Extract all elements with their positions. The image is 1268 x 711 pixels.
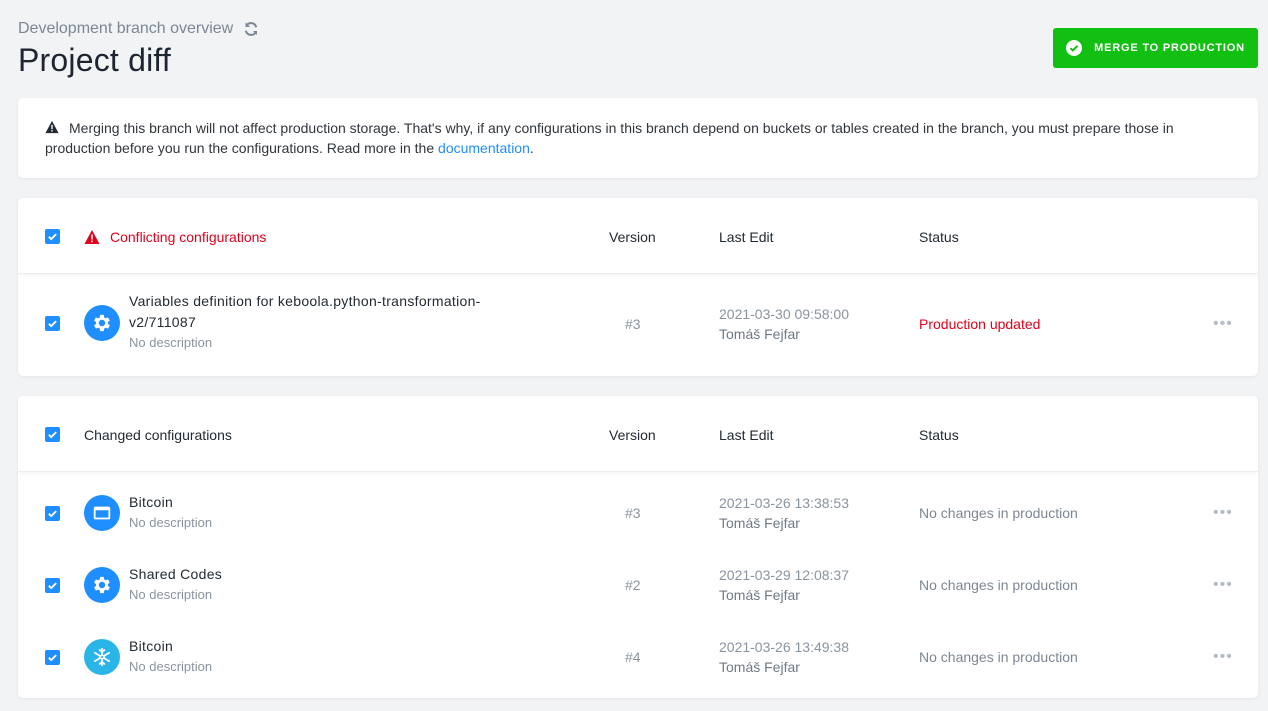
configuration-description: No description <box>129 335 213 350</box>
page-header: Development branch overview Project diff… <box>18 18 1258 78</box>
notice-suffix: . <box>529 140 534 156</box>
gear-icon <box>84 305 120 341</box>
refresh-icon[interactable] <box>243 21 259 37</box>
changed-configurations-table: Changed configurations Version Last Edit… <box>18 396 1258 698</box>
configuration-name-cont[interactable]: v2/711087 <box>129 312 481 333</box>
column-header-version: Version <box>609 427 656 443</box>
configuration-description: No description <box>129 587 213 602</box>
status-text: Production updated <box>919 316 1041 332</box>
warning-icon <box>45 120 59 134</box>
column-header-last-edit: Last Edit <box>719 427 774 443</box>
configuration-name[interactable]: Bitcoin <box>129 636 212 657</box>
storage-notice: Merging this branch will not affect prod… <box>18 98 1258 178</box>
more-actions-button[interactable]: ••• <box>1213 503 1233 523</box>
last-edit-date: 2021-03-26 13:49:38 <box>719 639 849 655</box>
check-circle-icon <box>1066 40 1083 56</box>
window-icon <box>84 495 120 531</box>
last-edit-user: Tomáš Fejfar <box>719 587 800 603</box>
configuration-description: No description <box>129 659 213 674</box>
last-edit-user: Tomáš Fejfar <box>719 659 800 675</box>
configuration-name[interactable]: Bitcoin <box>129 492 212 513</box>
configuration-name[interactable]: Variables definition for keboola.python-… <box>129 291 481 312</box>
merge-to-production-button[interactable]: MERGE TO PRODUCTION <box>1053 28 1258 68</box>
version: #3 <box>625 316 641 332</box>
more-actions-button[interactable]: ••• <box>1213 647 1233 667</box>
column-header-last-edit: Last Edit <box>719 229 774 245</box>
column-header-status: Status <box>919 427 959 443</box>
last-edit-date: 2021-03-30 09:58:00 <box>719 306 849 322</box>
section-title: Conflicting configurations <box>110 229 267 245</box>
status-text: No changes in production <box>919 505 1078 521</box>
status-text: No changes in production <box>919 649 1078 665</box>
merge-button-label: MERGE TO PRODUCTION <box>1094 42 1245 54</box>
last-edit-date: 2021-03-26 13:38:53 <box>719 495 849 511</box>
row-checkbox[interactable] <box>45 506 60 521</box>
select-all-changed-checkbox[interactable] <box>45 427 60 442</box>
table-header: Changed configurations Version Last Edit… <box>18 396 1258 472</box>
more-actions-button[interactable]: ••• <box>1213 575 1233 595</box>
conflicting-configurations-table: Conflicting configurations Version Last … <box>18 198 1258 376</box>
table-row[interactable]: Variables definition for keboola.python-… <box>18 274 1258 374</box>
row-checkbox[interactable] <box>45 316 60 331</box>
last-edit-user: Tomáš Fejfar <box>719 326 800 342</box>
last-edit-date: 2021-03-29 12:08:37 <box>719 567 849 583</box>
column-header-version: Version <box>609 229 656 245</box>
documentation-link[interactable]: documentation <box>438 140 530 156</box>
more-actions-button[interactable]: ••• <box>1213 314 1233 334</box>
row-checkbox[interactable] <box>45 578 60 593</box>
breadcrumb[interactable]: Development branch overview <box>18 20 233 38</box>
version: #2 <box>625 577 641 593</box>
section-title: Changed configurations <box>84 427 232 443</box>
warning-icon <box>84 230 100 244</box>
table-row[interactable]: Bitcoin No description #4 2021-03-26 13:… <box>18 615 1258 687</box>
notice-text: Merging this branch will not affect prod… <box>45 120 1174 156</box>
column-header-status: Status <box>919 229 959 245</box>
gear-icon <box>84 567 120 603</box>
configuration-description: No description <box>129 515 213 530</box>
configuration-name[interactable]: Shared Codes <box>129 564 222 585</box>
row-checkbox[interactable] <box>45 650 60 665</box>
table-row[interactable]: Bitcoin No description #3 2021-03-26 13:… <box>18 471 1258 543</box>
version: #3 <box>625 505 641 521</box>
select-all-conflicting-checkbox[interactable] <box>45 229 60 244</box>
table-header: Conflicting configurations Version Last … <box>18 198 1258 274</box>
version: #4 <box>625 649 641 665</box>
table-row[interactable]: Shared Codes No description #2 2021-03-2… <box>18 543 1258 615</box>
status-text: No changes in production <box>919 577 1078 593</box>
last-edit-user: Tomáš Fejfar <box>719 515 800 531</box>
snowflake-icon <box>84 639 120 675</box>
